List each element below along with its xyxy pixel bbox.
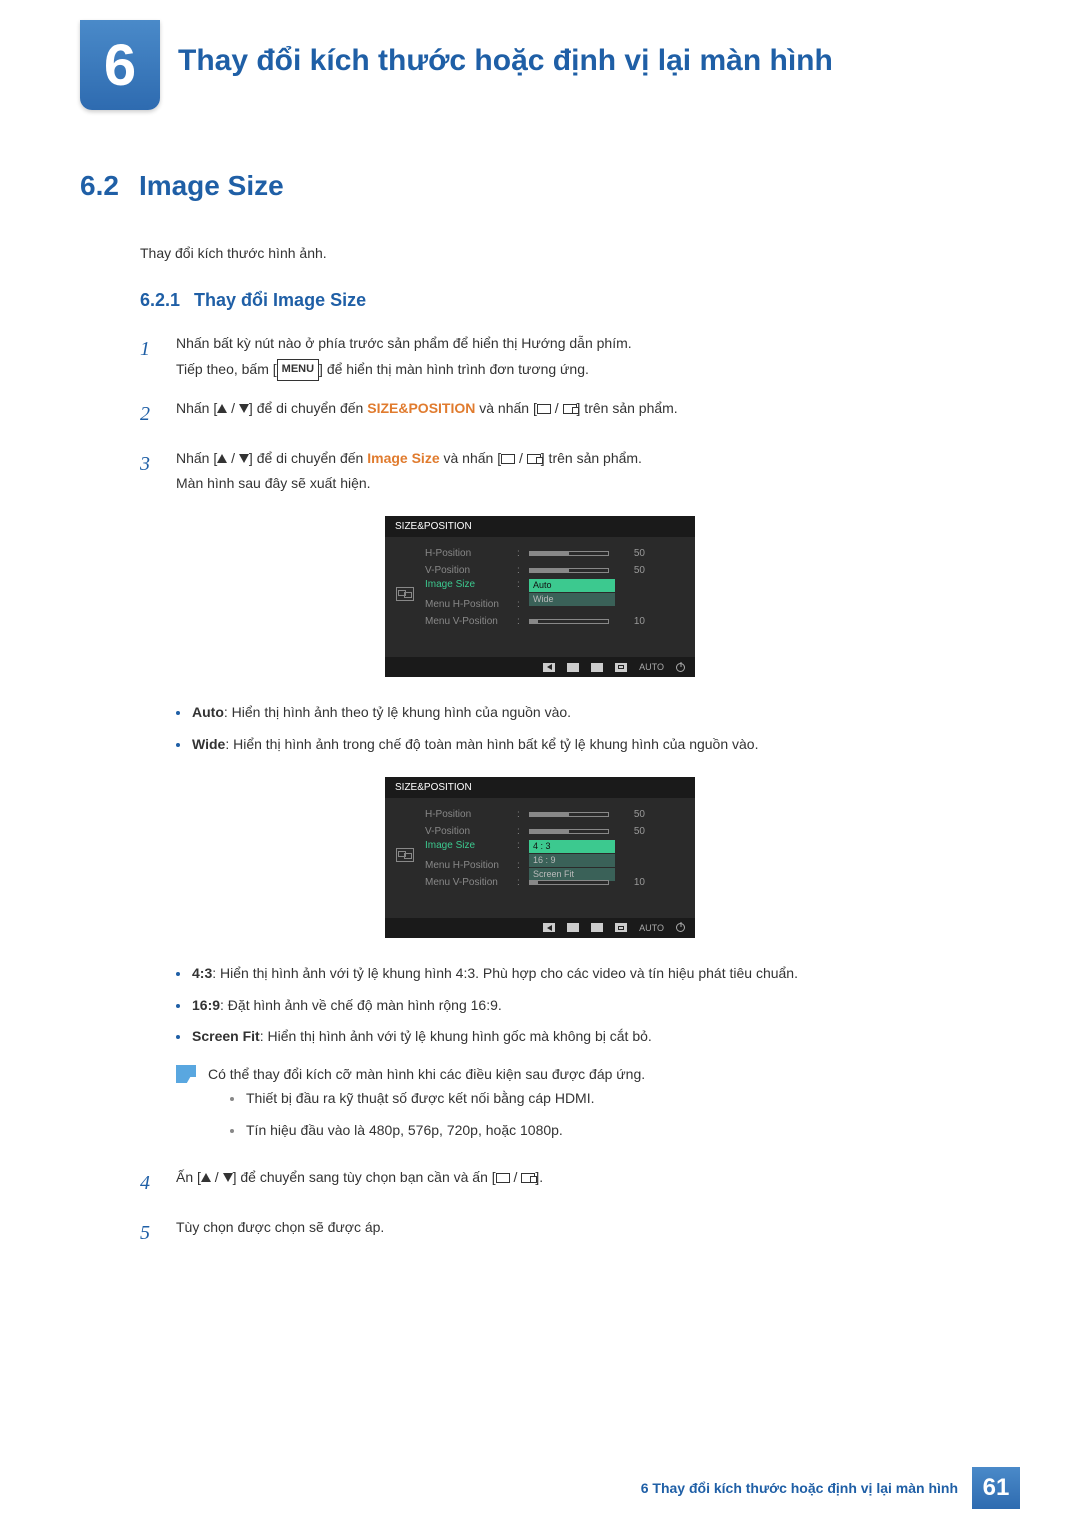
step-text: Nhấn [ / ] để di chuyển đến SIZE&POSITIO… [176, 396, 940, 432]
bullet-icon [176, 1004, 180, 1008]
note-item: Tín hiệu đầu vào là 480p, 576p, 720p, ho… [230, 1119, 940, 1143]
menu-button-label: MENU [277, 359, 319, 381]
note-item: Thiết bị đầu ra kỹ thuật số được kết nối… [230, 1087, 940, 1111]
chapter-header: 6 Thay đổi kích thước hoặc định vị lại m… [80, 20, 1000, 110]
nav-up-icon [591, 663, 603, 672]
source-icon [496, 1173, 510, 1183]
nav-left-icon [543, 923, 555, 932]
osd-row-hposition: H-Position: 50 [419, 545, 685, 562]
nav-auto-label: AUTO [639, 923, 664, 933]
bullet-icon [230, 1129, 234, 1133]
osd-row-hposition: H-Position: 50 [419, 806, 685, 823]
osd-row-imagesize: Image Size: Auto Wide [419, 579, 685, 596]
note-lead: Có thể thay đổi kích cỡ màn hình khi các… [208, 1063, 940, 1087]
nav-enter-icon [615, 663, 627, 672]
source-icon [501, 454, 515, 464]
osd-row-menu-vposition: Menu V-Position: 10 [419, 613, 685, 630]
osd-option-16-9: 16 : 9 [529, 854, 615, 867]
osd-title: SIZE&POSITION [385, 516, 695, 537]
bullet-icon [176, 711, 180, 715]
osd-row-vposition: V-Position: 50 [419, 562, 685, 579]
step-4: 4 Ấn [ / ] để chuyển sang tùy chọn bạn c… [140, 1165, 940, 1201]
section-heading: 6.2 Image Size [80, 170, 1000, 202]
section-intro: Thay đổi kích thước hình ảnh. [140, 242, 940, 264]
down-arrow-icon [239, 454, 249, 463]
note-block: Có thể thay đổi kích cỡ màn hình khi các… [176, 1063, 940, 1150]
osd-nav-bar: AUTO [385, 657, 695, 677]
step-text: Tiếp theo, bấm [MENU] để hiển thị màn hì… [176, 357, 940, 382]
step-text: Ấn [ / ] để chuyển sang tùy chọn bạn cần… [176, 1165, 940, 1201]
step-2: 2 Nhấn [ / ] để di chuyển đến SIZE&POSIT… [140, 396, 940, 432]
size-position-icon [396, 848, 414, 862]
bullet-icon [230, 1097, 234, 1101]
nav-down-icon [567, 923, 579, 932]
down-arrow-icon [223, 1173, 233, 1182]
nav-auto-label: AUTO [639, 662, 664, 672]
step-3: 3 Nhấn [ / ] để di chuyển đến Image Size… [140, 446, 940, 496]
osd-screenshot-2: SIZE&POSITION H-Position: 50 V-Position:… [385, 777, 695, 938]
up-arrow-icon [217, 404, 227, 413]
bullet-auto: Auto: Hiển thị hình ảnh theo tỷ lệ khung… [176, 701, 940, 725]
step-5: 5 Tùy chọn được chọn sẽ được áp. [140, 1215, 940, 1251]
step-number: 3 [140, 446, 158, 496]
enter-icon [527, 454, 541, 464]
size-position-icon [396, 587, 414, 601]
page-footer: 6 Thay đổi kích thước hoặc định vị lại m… [0, 1467, 1080, 1527]
osd-row-vposition: V-Position: 50 [419, 823, 685, 840]
osd-option-wide: Wide [529, 593, 615, 606]
section-number: 6.2 [80, 170, 119, 201]
chapter-number-badge: 6 [80, 20, 160, 110]
osd-title: SIZE&POSITION [385, 777, 695, 798]
step-number: 5 [140, 1215, 158, 1251]
bullet-4-3: 4:3: Hiển thị hình ảnh với tỷ lệ khung h… [176, 962, 940, 986]
osd-screenshot-1: SIZE&POSITION H-Position: 50 V-Position:… [385, 516, 695, 677]
nav-up-icon [591, 923, 603, 932]
subsection-title: Thay đổi Image Size [194, 290, 366, 310]
bullet-16-9: 16:9: Đặt hình ảnh về chế độ màn hình rộ… [176, 994, 940, 1018]
osd-row-imagesize: Image Size: 4 : 3 16 : 9 Screen Fit [419, 840, 685, 857]
nav-enter-icon [615, 923, 627, 932]
enter-icon [563, 404, 577, 414]
step-number: 2 [140, 396, 158, 432]
osd-option-auto: Auto [529, 579, 615, 592]
power-icon [676, 663, 685, 672]
nav-left-icon [543, 663, 555, 672]
bullet-screenfit: Screen Fit: Hiển thị hình ảnh với tỷ lệ … [176, 1025, 940, 1049]
bullet-icon [176, 743, 180, 747]
footer-chapter-title: Thay đổi kích thước hoặc định vị lại màn… [652, 1480, 958, 1496]
power-icon [676, 923, 685, 932]
up-arrow-icon [217, 454, 227, 463]
bullet-icon [176, 1035, 180, 1039]
enter-icon [521, 1173, 535, 1183]
footer-chapter-number: 6 [641, 1480, 649, 1496]
osd-nav-bar: AUTO [385, 918, 695, 938]
step-number: 1 [140, 331, 158, 381]
subsection-heading: 6.2.1 Thay đổi Image Size [140, 290, 940, 311]
subsection-number: 6.2.1 [140, 290, 180, 310]
step-1: 1 Nhấn bất kỳ nút nào ở phía trước sản p… [140, 331, 940, 381]
page-number: 61 [972, 1467, 1020, 1509]
note-icon [176, 1065, 196, 1083]
step-text: Nhấn [ / ] để di chuyển đến Image Size v… [176, 446, 940, 471]
source-icon [537, 404, 551, 414]
step-text: Màn hình sau đây sẽ xuất hiện. [176, 471, 940, 496]
section-title: Image Size [139, 170, 284, 201]
up-arrow-icon [201, 1173, 211, 1182]
osd-option-4-3: 4 : 3 [529, 840, 615, 853]
step-text: Nhấn bất kỳ nút nào ở phía trước sản phẩ… [176, 331, 940, 356]
chapter-title: Thay đổi kích thước hoặc định vị lại màn… [178, 20, 1000, 80]
down-arrow-icon [239, 404, 249, 413]
bullet-wide: Wide: Hiển thị hình ảnh trong chế độ toà… [176, 733, 940, 757]
bullet-icon [176, 972, 180, 976]
step-text: Tùy chọn được chọn sẽ được áp. [176, 1215, 940, 1251]
nav-down-icon [567, 663, 579, 672]
step-number: 4 [140, 1165, 158, 1201]
